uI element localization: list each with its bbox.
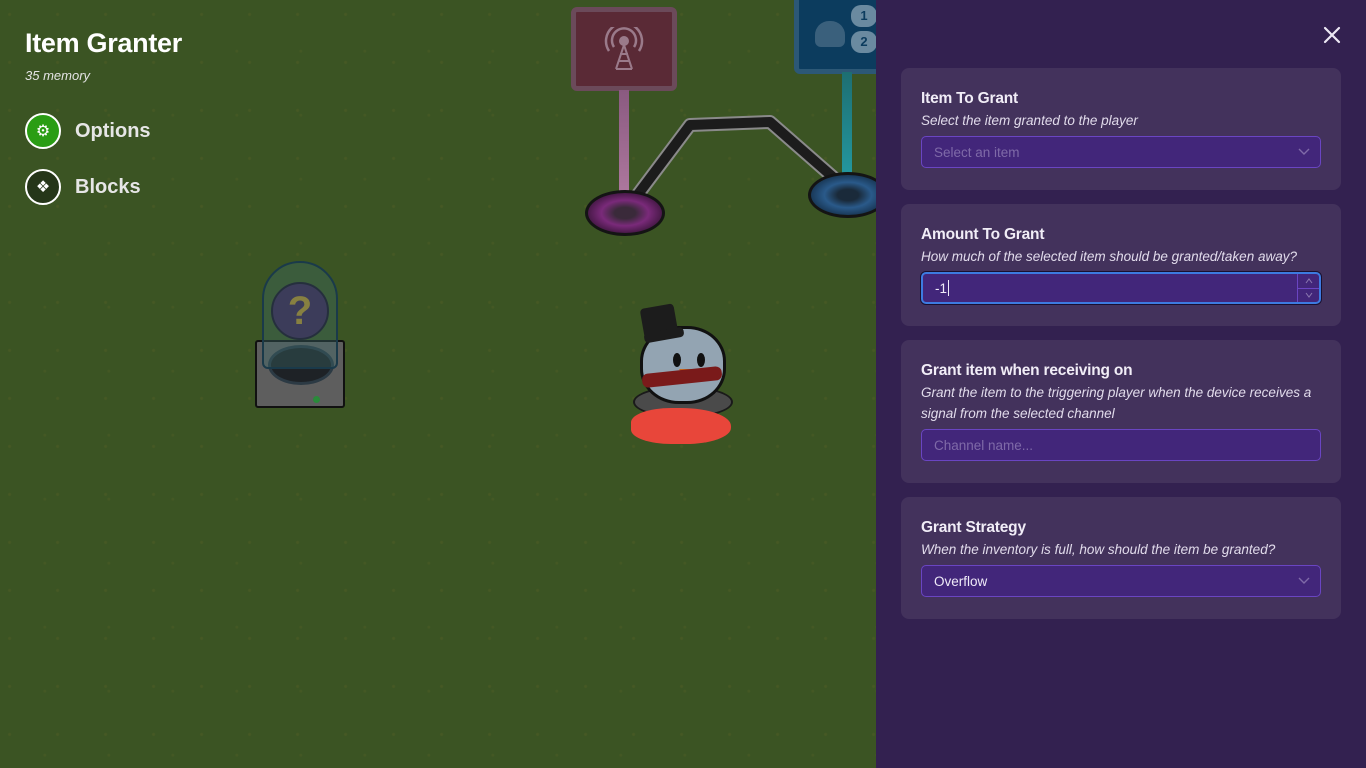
- player-2-badge: 2: [851, 31, 876, 53]
- grant-channel-description: Grant the item to the triggering player …: [921, 385, 1312, 421]
- blocks-icon: ❖: [25, 169, 61, 205]
- strategy-select[interactable]: Overflow: [921, 565, 1321, 597]
- nav-options[interactable]: ⚙ Options: [25, 113, 151, 149]
- item-to-grant-section: Item To Grant Select the item granted to…: [901, 68, 1341, 190]
- item-to-grant-description: Select the item granted to the player: [921, 113, 1138, 128]
- item-to-grant-title: Item To Grant: [921, 90, 1019, 107]
- item-select-placeholder: Select an item: [934, 144, 1020, 160]
- device-title: Item Granter: [25, 28, 182, 58]
- grant-channel-title: Grant item when receiving on: [921, 362, 1133, 379]
- item-granter-led: [313, 396, 320, 403]
- player-silhouette-icon: [815, 21, 845, 47]
- nav-options-label: Options: [75, 119, 151, 142]
- grant-strategy-description: When the inventory is full, how should t…: [921, 542, 1276, 557]
- nav-blocks[interactable]: ❖ Blocks: [25, 169, 151, 205]
- trigger-pad-purple[interactable]: [585, 190, 665, 236]
- channel-input[interactable]: Channel name...: [921, 429, 1321, 461]
- player-1-badge: 1: [851, 5, 876, 27]
- amount-input[interactable]: -1: [921, 272, 1321, 304]
- amount-to-grant-description: How much of the selected item should be …: [921, 249, 1297, 264]
- grant-channel-section: Grant item when receiving on Grant the i…: [901, 340, 1341, 483]
- antenna-tower-icon: [604, 27, 644, 70]
- device-options-panel: Item To Grant Select the item granted to…: [876, 0, 1366, 768]
- item-select[interactable]: Select an item: [921, 136, 1321, 168]
- chevron-up-icon: [1305, 277, 1312, 284]
- item-granter-dome[interactable]: [262, 261, 338, 369]
- device-menu: ⚙ Options ❖ Blocks: [25, 113, 151, 225]
- stepper-down-button[interactable]: [1298, 289, 1319, 303]
- grant-strategy-section: Grant Strategy When the inventory is ful…: [901, 497, 1341, 619]
- chevron-down-icon: [1298, 145, 1310, 155]
- chevron-down-icon: [1305, 292, 1312, 299]
- stepper-up-button[interactable]: [1298, 274, 1319, 289]
- gear-icon: ⚙: [25, 113, 61, 149]
- amount-to-grant-title: Amount To Grant: [921, 226, 1045, 243]
- game-world[interactable]: Item Granter 35 memory ⚙ Options ❖ Block…: [0, 0, 876, 768]
- memory-usage: 35 memory: [25, 68, 91, 83]
- avatar-eye-left: [673, 353, 681, 367]
- close-button[interactable]: [1320, 24, 1344, 48]
- red-scribble-annotation: [631, 408, 731, 444]
- close-icon: [1323, 26, 1341, 44]
- signal-beam-pink: [619, 90, 629, 202]
- grant-strategy-title: Grant Strategy: [921, 519, 1026, 536]
- avatar-eye-right: [697, 353, 705, 367]
- amount-to-grant-section: Amount To Grant How much of the selected…: [901, 204, 1341, 326]
- nav-blocks-label: Blocks: [75, 175, 141, 198]
- strategy-select-value: Overflow: [934, 573, 988, 589]
- text-caret: [948, 280, 950, 296]
- broadcaster-sign[interactable]: [571, 7, 677, 91]
- channel-input-placeholder: Channel name...: [934, 437, 1034, 453]
- amount-stepper: [1297, 274, 1319, 302]
- amount-input-value: -1: [935, 280, 948, 296]
- chevron-down-icon: [1298, 574, 1310, 584]
- team-sign[interactable]: 1 2: [794, 0, 876, 74]
